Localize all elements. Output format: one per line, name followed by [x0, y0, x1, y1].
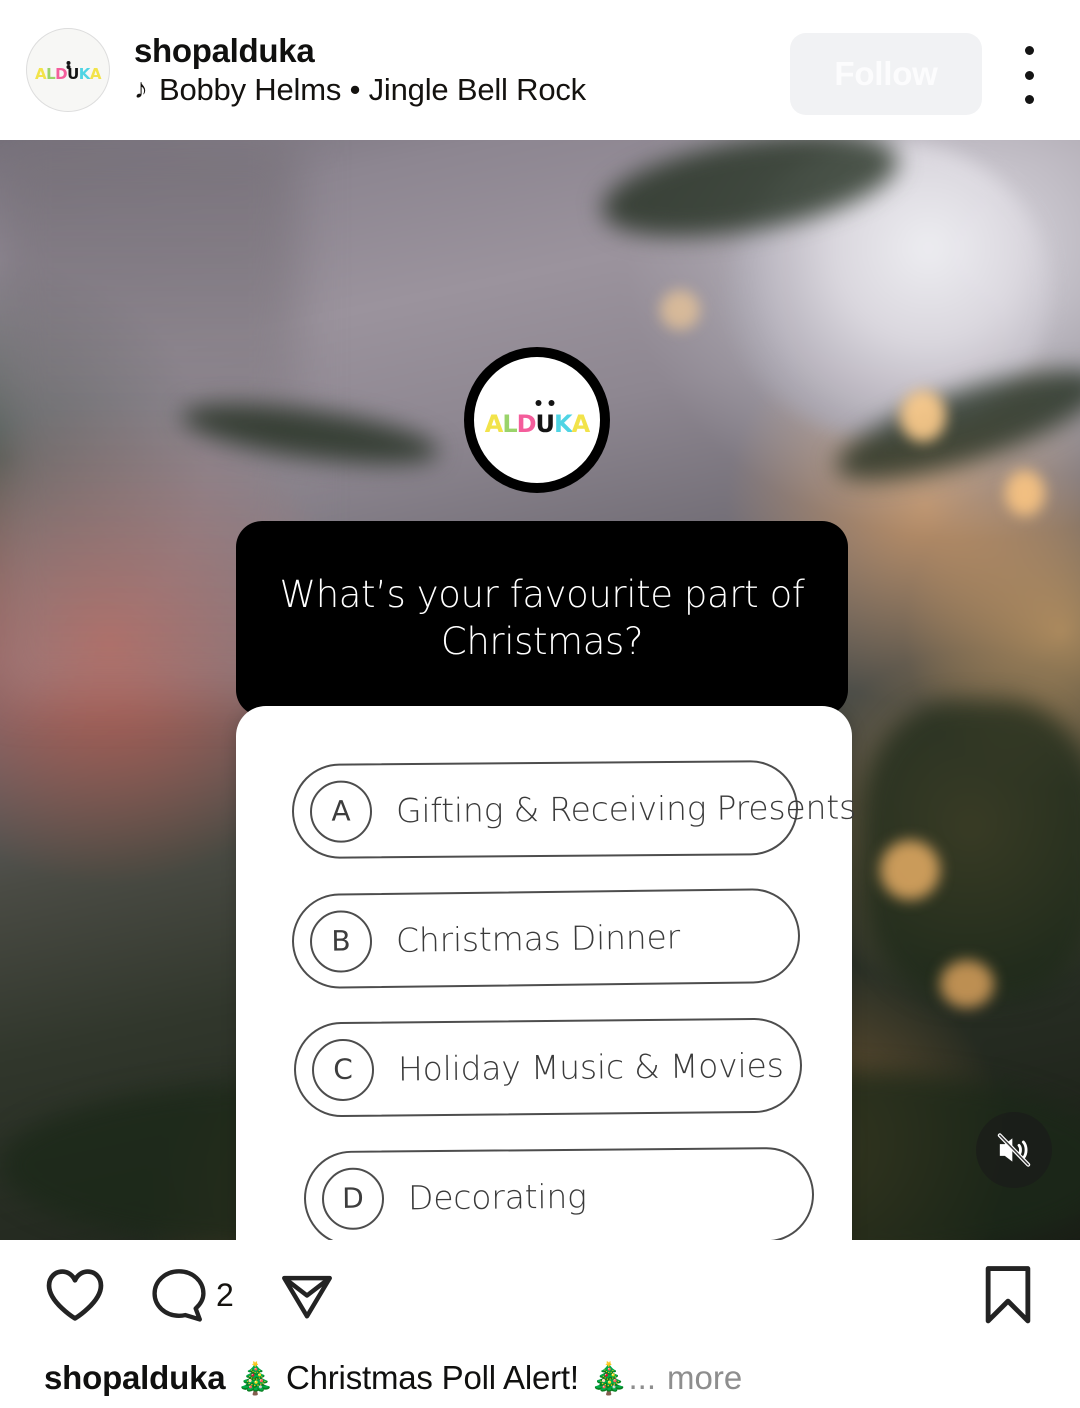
bookmark-icon [985, 1266, 1031, 1324]
poll-question-label: What’s your favourite part of Christmas? [279, 573, 805, 663]
logo-letter-l: L [46, 64, 56, 83]
poll-option-d[interactable]: D Decorating [303, 1146, 815, 1240]
story-brand-logo: ALD UKA [464, 347, 610, 493]
username-label[interactable]: shopalduka [134, 32, 586, 69]
background-light [1005, 470, 1045, 516]
comment-button[interactable]: 2 [150, 1266, 234, 1324]
logo-letter-k: K [78, 64, 91, 83]
caption-emoji-start: 🎄 [236, 1360, 275, 1396]
poll-option-c-label: Holiday Music & Movies [397, 1045, 784, 1089]
logo-letter-a1: A [34, 64, 47, 83]
post-media[interactable]: ALD UKA What’s your favourite part of Chr… [0, 140, 1080, 1240]
heart-icon [46, 1269, 104, 1321]
poll-answers-card: A Gifting & Receiving Presents B Christm… [236, 706, 856, 1240]
save-button[interactable] [980, 1264, 1036, 1326]
post-action-bar: 2 [0, 1240, 1080, 1350]
music-attribution-label: Bobby Helms • Jingle Bell Rock [159, 72, 586, 108]
comment-icon [152, 1269, 206, 1322]
story-logo-letter-u: U [535, 400, 555, 438]
post-caption: shopalduka 🎄 Christmas Poll Alert! 🎄 ...… [0, 1348, 1080, 1408]
caption-more-link[interactable]: more [667, 1359, 742, 1397]
story-logo-letter-k: K [554, 410, 573, 438]
poll-option-b-badge: B [309, 909, 373, 973]
avatar-brand-logo: ALD UKA [34, 60, 102, 83]
story-logo-letter-a1: A [484, 410, 504, 438]
poll-option-a-badge: A [309, 779, 373, 843]
music-attribution-row[interactable]: ♪ Bobby Helms • Jingle Bell Rock [134, 72, 586, 108]
logo-letter-d: D [55, 64, 68, 83]
poll-option-c[interactable]: C Holiday Music & Movies [293, 1017, 803, 1118]
story-logo-letter-a2: A [571, 410, 591, 438]
background-light [660, 290, 700, 330]
mute-toggle-button[interactable] [976, 1112, 1052, 1188]
background-light [940, 960, 994, 1008]
poll-option-c-badge: C [311, 1038, 375, 1101]
story-logo-letter-l: L [502, 410, 517, 438]
poll-option-a-label: Gifting & Receiving Presents [395, 787, 857, 831]
umlaut-icon [535, 400, 555, 407]
post-header: ALD UKA shopalduka ♪ Bobby Helms • Jingle… [0, 0, 1080, 140]
logo-letter-u: U [66, 60, 79, 82]
comment-count: 2 [216, 1276, 234, 1313]
avatar[interactable]: ALD UKA [26, 28, 110, 112]
poll-question-card: What’s your favourite part of Christmas? [236, 521, 848, 716]
share-icon [281, 1275, 332, 1319]
caption-ellipsis: ... [628, 1359, 656, 1396]
background-light [880, 840, 940, 900]
logo-letter-a2: A [89, 64, 102, 83]
header-text-block: shopalduka ♪ Bobby Helms • Jingle Bell R… [134, 32, 586, 108]
poll-option-d-badge: D [321, 1167, 385, 1230]
follow-button[interactable]: Follow [790, 33, 982, 115]
umlaut-icon [66, 60, 79, 69]
music-note-icon: ♪ [134, 73, 148, 105]
caption-username[interactable]: shopalduka [44, 1359, 226, 1397]
poll-option-b-label: Christmas Dinner [395, 917, 681, 960]
background-light [900, 390, 946, 442]
caption-emoji-end: 🎄 [589, 1360, 629, 1396]
poll-option-b[interactable]: B Christmas Dinner [291, 887, 801, 990]
poll-option-d-label: Decorating [407, 1176, 587, 1218]
like-button[interactable] [44, 1267, 106, 1323]
share-button[interactable] [278, 1266, 336, 1324]
caption-text: Christmas Poll Alert! [285, 1359, 579, 1396]
story-brand-logo-text: ALD UKA [484, 400, 591, 438]
primary-actions: 2 [44, 1266, 336, 1324]
story-logo-letter-d: D [516, 410, 537, 438]
poll-option-a[interactable]: A Gifting & Receiving Presents [291, 760, 856, 859]
more-options-icon[interactable] [1004, 46, 1054, 104]
speaker-mute-icon [997, 1133, 1031, 1167]
